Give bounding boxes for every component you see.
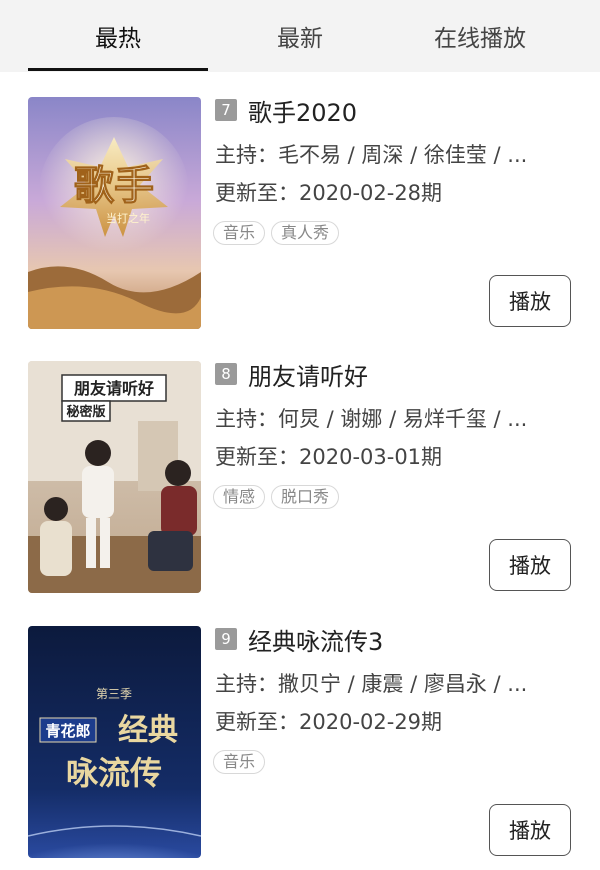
tag-list: 音乐 真人秀 (213, 221, 340, 245)
tag-list: 情感 脱口秀 (213, 485, 340, 509)
active-tab-indicator (28, 68, 208, 71)
show-title[interactable]: 朋友请听好 (248, 357, 368, 392)
hosts-text: 主持：撒贝宁 / 康震 / 廖昌永 / ... (215, 672, 528, 696)
hosts-text: 主持：何炅 / 谢娜 / 易烊千玺 / ... (215, 407, 528, 431)
tab-bar: 最热 最新 在线播放 (0, 0, 600, 72)
tab-online-play[interactable]: 在线播放 (390, 0, 570, 72)
update-text: 更新至：2020-03-01期 (215, 445, 443, 469)
poster-subtitle-text: 当打之年 (106, 211, 150, 225)
play-button[interactable]: 播放 (489, 275, 571, 327)
list-item[interactable]: 第三季 青花郎 经典 咏流传 9 经典咏流传3 主持：撒贝宁 / 康震 / 廖昌… (0, 626, 600, 858)
list-item[interactable]: 歌手 当打之年 7 歌手2020 主持：毛不易 / 周深 / 徐佳莹 / ...… (0, 97, 600, 329)
tab-newest[interactable]: 最新 (210, 0, 390, 72)
tag[interactable]: 真人秀 (271, 221, 340, 245)
poster-title-text: 经典 (118, 713, 178, 748)
play-button[interactable]: 播放 (489, 539, 571, 591)
tab-hottest[interactable]: 最热 (28, 0, 208, 72)
list-item[interactable]: 朋友请听好 秘密版 8 朋友请听好 主持：何炅 / 谢娜 / 易烊千玺 / ..… (0, 361, 600, 593)
show-title[interactable]: 歌手2020 (248, 93, 357, 128)
update-text: 更新至：2020-02-28期 (215, 181, 443, 205)
poster-brand-text: 青花郎 (45, 722, 90, 740)
poster-subtitle-text: 秘密版 (66, 404, 105, 420)
poster-title-text-2: 咏流传 (66, 754, 162, 792)
poster-title-text: 朋友请听好 (74, 379, 154, 398)
show-title[interactable]: 经典咏流传3 (248, 622, 383, 657)
poster-image[interactable]: 第三季 青花郎 经典 咏流传 (28, 626, 201, 858)
poster-image[interactable]: 歌手 当打之年 (28, 97, 201, 329)
poster-image[interactable]: 朋友请听好 秘密版 (28, 361, 201, 593)
rank-badge: 9 (215, 628, 237, 650)
poster-season-text: 第三季 (96, 687, 132, 701)
tag[interactable]: 音乐 (213, 750, 266, 774)
hosts-text: 主持：毛不易 / 周深 / 徐佳莹 / ... (215, 143, 528, 167)
rank-badge: 8 (215, 363, 237, 385)
play-button[interactable]: 播放 (489, 804, 571, 856)
poster-title-text: 歌手 (74, 162, 154, 209)
rank-badge: 7 (215, 99, 237, 121)
tag[interactable]: 脱口秀 (271, 485, 340, 509)
tag[interactable]: 音乐 (213, 221, 266, 245)
tag[interactable]: 情感 (213, 485, 266, 509)
update-text: 更新至：2020-02-29期 (215, 710, 443, 734)
tag-list: 音乐 (213, 750, 266, 774)
